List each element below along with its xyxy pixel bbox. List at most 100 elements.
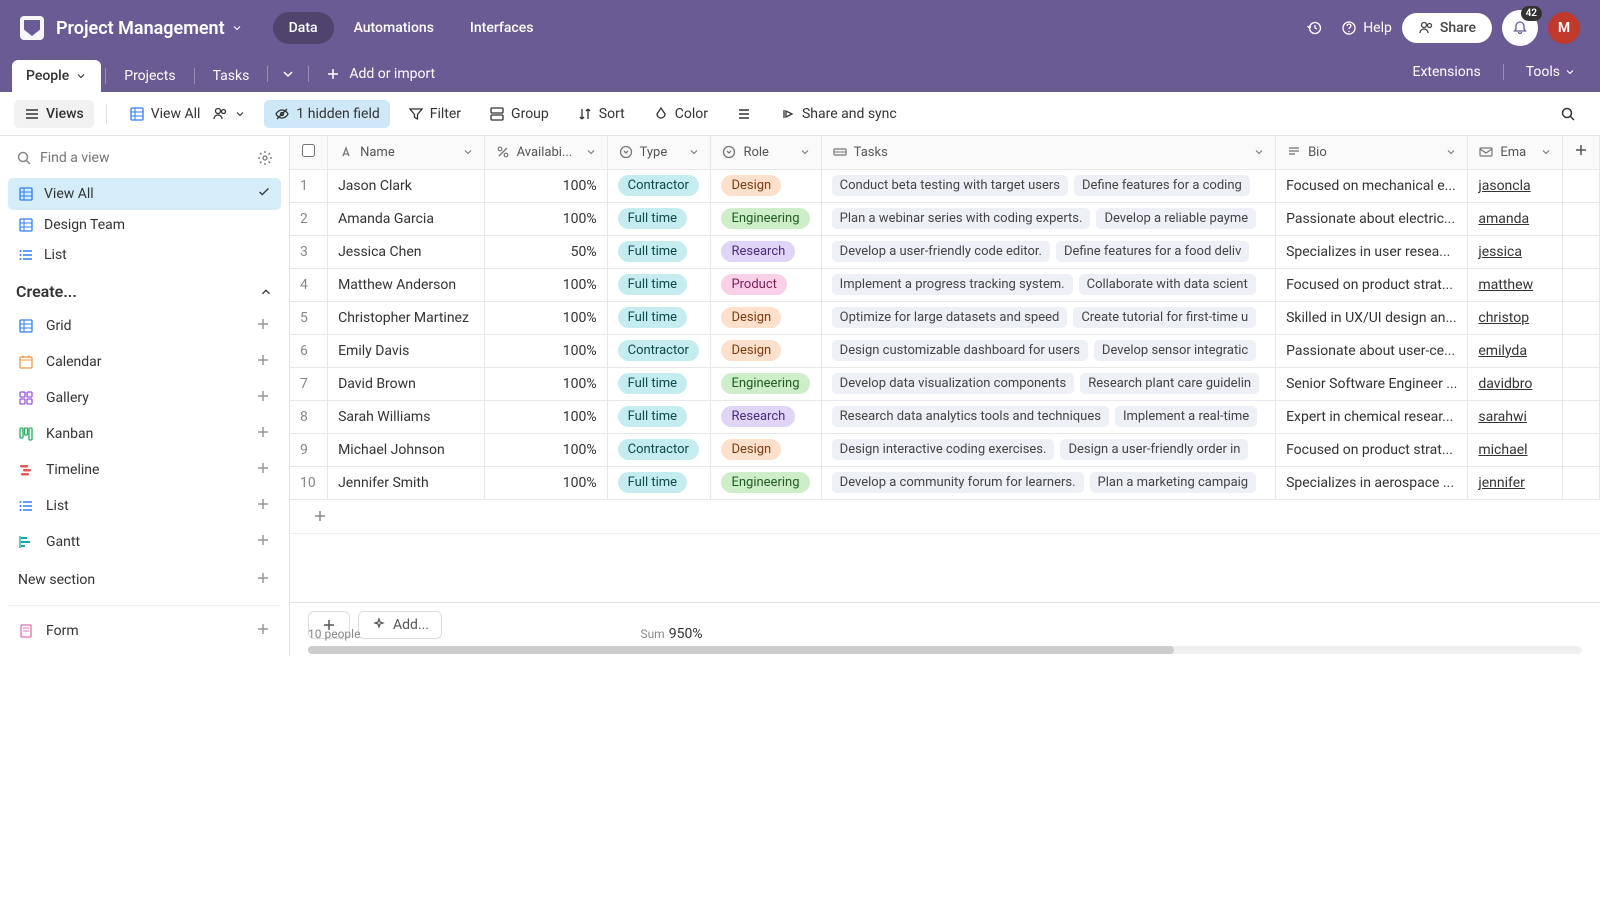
chevron-down-icon[interactable] xyxy=(585,146,597,158)
cell-availability[interactable]: 100% xyxy=(484,202,607,235)
create-form-button[interactable]: Form xyxy=(8,614,281,648)
cell-type[interactable]: Full time xyxy=(607,400,711,433)
table-tab-tasks[interactable]: Tasks xyxy=(199,60,264,92)
row-number[interactable]: 8 xyxy=(290,400,328,433)
cell-tasks[interactable]: Develop data visualization componentsRes… xyxy=(821,367,1275,400)
cell-email[interactable]: emilyda xyxy=(1468,334,1562,367)
gear-icon[interactable] xyxy=(257,150,273,166)
cell-bio[interactable]: Specializes in user resea... xyxy=(1276,235,1468,268)
table-row[interactable]: 5Christopher Martinez100%Full timeDesign… xyxy=(290,301,1600,334)
cell-bio[interactable]: Specializes in aerospace ... xyxy=(1276,466,1468,499)
cell-email[interactable]: davidbro xyxy=(1468,367,1562,400)
create-gantt[interactable]: Gantt xyxy=(8,525,281,559)
create-grid[interactable]: Grid xyxy=(8,309,281,343)
color-button[interactable]: Color xyxy=(643,100,718,128)
cell-availability[interactable]: 100% xyxy=(484,301,607,334)
filter-button[interactable]: Filter xyxy=(398,100,471,128)
cell-name[interactable]: Jennifer Smith xyxy=(328,466,485,499)
cell-type[interactable]: Full time xyxy=(607,202,711,235)
cell-name[interactable]: Christopher Martinez xyxy=(328,301,485,334)
table-row[interactable]: 10Jennifer Smith100%Full timeEngineering… xyxy=(290,466,1600,499)
row-height-button[interactable] xyxy=(726,100,762,128)
cell-tasks[interactable]: Develop a community forum for learners.P… xyxy=(821,466,1275,499)
cell-availability[interactable]: 100% xyxy=(484,466,607,499)
column-header-tasks[interactable]: Tasks xyxy=(821,136,1275,169)
cell-tasks[interactable]: Design interactive coding exercises.Desi… xyxy=(821,433,1275,466)
cell-tasks[interactable]: Implement a progress tracking system.Col… xyxy=(821,268,1275,301)
cell-type[interactable]: Contractor xyxy=(607,169,711,202)
row-number[interactable]: 5 xyxy=(290,301,328,334)
cell-type[interactable]: Full time xyxy=(607,466,711,499)
add-column-button[interactable] xyxy=(1562,136,1599,169)
cell-type[interactable]: Full time xyxy=(607,367,711,400)
nav-data[interactable]: Data xyxy=(273,12,334,44)
cell-tasks[interactable]: Research data analytics tools and techni… xyxy=(821,400,1275,433)
notifications-button[interactable]: 42 xyxy=(1502,10,1538,46)
share-button[interactable]: Share xyxy=(1402,13,1492,43)
cell-name[interactable]: Matthew Anderson xyxy=(328,268,485,301)
cell-role[interactable]: Product xyxy=(711,268,821,301)
cell-role[interactable]: Engineering xyxy=(711,466,821,499)
row-number[interactable]: 10 xyxy=(290,466,328,499)
cell-bio[interactable]: Passionate about user-ce... xyxy=(1276,334,1468,367)
cell-availability[interactable]: 100% xyxy=(484,367,607,400)
cell-email[interactable]: jennifer xyxy=(1468,466,1562,499)
cell-email[interactable]: michael xyxy=(1468,433,1562,466)
chevron-down-icon[interactable] xyxy=(1540,146,1552,158)
table-row[interactable]: 7David Brown100%Full timeEngineeringDeve… xyxy=(290,367,1600,400)
cell-name[interactable]: Emily Davis xyxy=(328,334,485,367)
tools-button[interactable]: Tools xyxy=(1514,58,1588,86)
cell-name[interactable]: David Brown xyxy=(328,367,485,400)
table-row[interactable]: 2Amanda Garcia100%Full timeEngineeringPl… xyxy=(290,202,1600,235)
cell-role[interactable]: Design xyxy=(711,301,821,334)
cell-role[interactable]: Research xyxy=(711,400,821,433)
cell-availability[interactable]: 50% xyxy=(484,235,607,268)
column-header-email[interactable]: Ema xyxy=(1468,136,1562,169)
cell-availability[interactable]: 100% xyxy=(484,400,607,433)
view-item-list[interactable]: List xyxy=(8,240,281,270)
column-header-avail[interactable]: Availabi... xyxy=(484,136,607,169)
cell-availability[interactable]: 100% xyxy=(484,433,607,466)
chevron-down-icon[interactable] xyxy=(799,146,811,158)
column-header-role[interactable]: Role xyxy=(711,136,821,169)
cell-type[interactable]: Contractor xyxy=(607,433,711,466)
extensions-button[interactable]: Extensions xyxy=(1401,58,1493,86)
cell-name[interactable]: Jessica Chen xyxy=(328,235,485,268)
sort-button[interactable]: Sort xyxy=(567,100,635,128)
cell-type[interactable]: Full time xyxy=(607,235,711,268)
cell-tasks[interactable]: Optimize for large datasets and speedCre… xyxy=(821,301,1275,334)
cell-tasks[interactable]: Plan a webinar series with coding expert… xyxy=(821,202,1275,235)
cell-type[interactable]: Full time xyxy=(607,301,711,334)
tabs-dropdown[interactable] xyxy=(272,60,304,92)
cell-role[interactable]: Design xyxy=(711,433,821,466)
cell-role[interactable]: Design xyxy=(711,169,821,202)
create-timeline[interactable]: Timeline xyxy=(8,453,281,487)
row-number[interactable]: 7 xyxy=(290,367,328,400)
chevron-down-icon[interactable] xyxy=(1445,146,1457,158)
table-row[interactable]: 1Jason Clark100%ContractorDesignConduct … xyxy=(290,169,1600,202)
table-row[interactable]: 4Matthew Anderson100%Full timeProductImp… xyxy=(290,268,1600,301)
row-number[interactable]: 9 xyxy=(290,433,328,466)
row-number[interactable]: 4 xyxy=(290,268,328,301)
table-row[interactable]: 9Michael Johnson100%ContractorDesignDesi… xyxy=(290,433,1600,466)
column-header-bio[interactable]: Bio xyxy=(1276,136,1468,169)
app-logo[interactable] xyxy=(20,16,44,40)
cell-email[interactable]: jasoncla xyxy=(1468,169,1562,202)
cell-role[interactable]: Engineering xyxy=(711,367,821,400)
row-number[interactable]: 1 xyxy=(290,169,328,202)
cell-email[interactable]: sarahwi xyxy=(1468,400,1562,433)
column-header-num[interactable] xyxy=(290,136,328,169)
cell-bio[interactable]: Skilled in UX/UI design an... xyxy=(1276,301,1468,334)
row-number[interactable]: 2 xyxy=(290,202,328,235)
cell-name[interactable]: Jason Clark xyxy=(328,169,485,202)
table-tab-people[interactable]: People xyxy=(12,60,101,92)
current-view-name[interactable]: View All xyxy=(119,100,257,128)
workspace-title[interactable]: Project Management xyxy=(56,18,225,39)
table-tab-projects[interactable]: Projects xyxy=(110,60,189,92)
cell-bio[interactable]: Expert in chemical resear... xyxy=(1276,400,1468,433)
cell-availability[interactable]: 100% xyxy=(484,268,607,301)
create-gallery[interactable]: Gallery xyxy=(8,381,281,415)
table-row[interactable]: 3Jessica Chen50%Full timeResearchDevelop… xyxy=(290,235,1600,268)
find-view-input[interactable] xyxy=(40,150,249,166)
cell-bio[interactable]: Passionate about electric... xyxy=(1276,202,1468,235)
